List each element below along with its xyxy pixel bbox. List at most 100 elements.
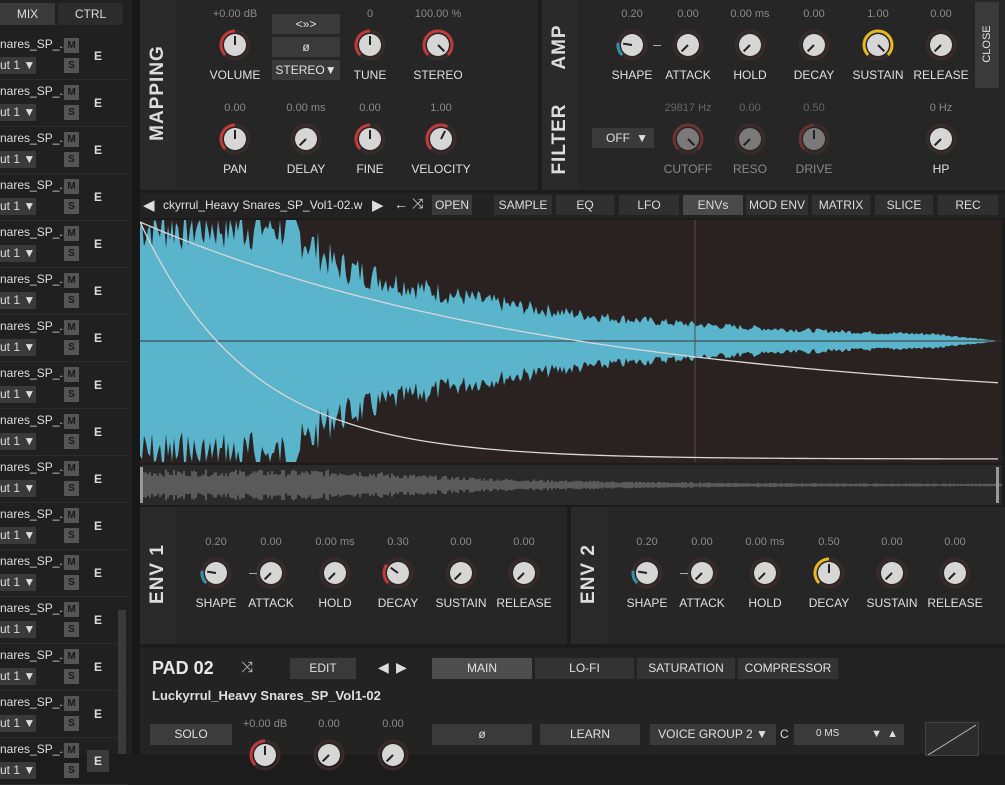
channel-output-select[interactable]: ut 1 ▼ bbox=[0, 104, 36, 121]
waveform-display[interactable] bbox=[140, 220, 1002, 463]
mute-button[interactable]: M bbox=[64, 273, 79, 288]
env1-hold-knob[interactable] bbox=[318, 556, 352, 590]
prev-pad-icon[interactable]: ◀ bbox=[378, 659, 389, 676]
amp-sustain-knob[interactable] bbox=[861, 28, 895, 62]
voice-group-select[interactable]: VOICE GROUP 2 ▼ bbox=[650, 724, 776, 745]
channel-output-select[interactable]: ut 1 ▼ bbox=[0, 527, 36, 544]
solo-button[interactable]: S bbox=[64, 763, 79, 778]
edit-channel-button[interactable]: E bbox=[87, 468, 109, 490]
mixer-channel[interactable]: nares_SP_... ut 1 ▼ M S E bbox=[0, 362, 128, 409]
channel-output-select[interactable]: ut 1 ▼ bbox=[0, 151, 36, 168]
swap-button[interactable]: <»> bbox=[272, 14, 340, 34]
edit-channel-button[interactable]: E bbox=[87, 515, 109, 537]
edit-channel-button[interactable]: E bbox=[87, 280, 109, 302]
env2-hold-knob[interactable] bbox=[748, 556, 782, 590]
edit-channel-button[interactable]: E bbox=[87, 609, 109, 631]
mixer-channel[interactable]: nares_SP_... ut 1 ▼ M S E bbox=[0, 268, 128, 315]
amp-release-knob[interactable] bbox=[924, 28, 958, 62]
pad-knob-2[interactable] bbox=[312, 738, 346, 772]
tab-rec[interactable]: REC bbox=[938, 195, 998, 215]
tab-eq[interactable]: EQ bbox=[556, 195, 614, 215]
edit-channel-button[interactable]: E bbox=[87, 139, 109, 161]
channel-output-select[interactable]: ut 1 ▼ bbox=[0, 433, 36, 450]
edit-channel-button[interactable]: E bbox=[87, 92, 109, 114]
waveform-overview[interactable] bbox=[140, 465, 1002, 505]
mixer-channel[interactable]: nares_SP_... ut 1 ▼ M S E bbox=[0, 174, 128, 221]
mute-button[interactable]: M bbox=[64, 85, 79, 100]
mute-button[interactable]: M bbox=[64, 602, 79, 617]
edit-channel-button[interactable]: E bbox=[87, 233, 109, 255]
next-pad-icon[interactable]: ▶ bbox=[396, 659, 407, 676]
mute-button[interactable]: M bbox=[64, 367, 79, 382]
shuffle-icon[interactable]: ⤨ bbox=[412, 195, 423, 212]
mixer-channel[interactable]: nares_SP_... ut 1 ▼ M S E bbox=[0, 597, 128, 644]
env2-release-knob[interactable] bbox=[938, 556, 972, 590]
mixer-channel[interactable]: nares_SP_... ut 1 ▼ M S E bbox=[0, 503, 128, 550]
tab-matrix[interactable]: MATRIX bbox=[812, 195, 870, 215]
edit-channel-button[interactable]: E bbox=[87, 186, 109, 208]
mixer-channel[interactable]: nares_SP_... ut 1 ▼ M S E bbox=[0, 127, 128, 174]
pad-tab-lo-fi[interactable]: LO-FI bbox=[535, 658, 634, 679]
mute-button[interactable]: M bbox=[64, 461, 79, 476]
channel-output-select[interactable]: ut 1 ▼ bbox=[0, 245, 36, 262]
filter-mode-select[interactable]: OFF ▼ bbox=[592, 128, 654, 148]
overview-start-handle[interactable] bbox=[140, 467, 143, 503]
mapping-stereo-knob[interactable] bbox=[421, 28, 455, 62]
mapping-fine-knob[interactable] bbox=[353, 122, 387, 156]
channel-output-select[interactable]: ut 1 ▼ bbox=[0, 621, 36, 638]
tab-mix[interactable]: MIX bbox=[0, 3, 55, 25]
open-button[interactable]: OPEN bbox=[432, 195, 472, 215]
chevron-up-icon[interactable]: ▲ bbox=[887, 724, 898, 744]
env1-attack-knob[interactable] bbox=[254, 556, 288, 590]
channel-output-select[interactable]: ut 1 ▼ bbox=[0, 715, 36, 732]
edit-channel-button[interactable]: E bbox=[87, 327, 109, 349]
phase-invert-button[interactable]: ø bbox=[272, 37, 340, 57]
mute-button[interactable]: M bbox=[64, 696, 79, 711]
channel-output-select[interactable]: ut 1 ▼ bbox=[0, 668, 36, 685]
mute-button[interactable]: M bbox=[64, 179, 79, 194]
channel-output-select[interactable]: ut 1 ▼ bbox=[0, 198, 36, 215]
channel-output-select[interactable]: ut 1 ▼ bbox=[0, 386, 36, 403]
tab-sample[interactable]: SAMPLE bbox=[494, 195, 552, 215]
mixer-channel[interactable]: nares_SP_... ut 1 ▼ M S E bbox=[0, 738, 128, 785]
solo-button[interactable]: S bbox=[64, 152, 79, 167]
mute-button[interactable]: M bbox=[64, 38, 79, 53]
mute-button[interactable]: M bbox=[64, 743, 79, 758]
chevron-down-icon[interactable]: ▼ bbox=[871, 724, 882, 744]
solo-button[interactable]: S bbox=[64, 575, 79, 590]
solo-button[interactable]: S bbox=[64, 199, 79, 214]
pad-tab-main[interactable]: MAIN bbox=[432, 658, 532, 679]
mixer-channel[interactable]: nares_SP_... ut 1 ▼ M S E bbox=[0, 456, 128, 503]
mapping-tune-knob[interactable] bbox=[353, 28, 387, 62]
mixer-channel[interactable]: nares_SP_... ut 1 ▼ M S E bbox=[0, 221, 128, 268]
filter-cutoff-knob[interactable] bbox=[671, 122, 705, 156]
env2-shape-knob[interactable] bbox=[630, 556, 664, 590]
mapping-delay-knob[interactable] bbox=[289, 122, 323, 156]
solo-button[interactable]: S bbox=[64, 105, 79, 120]
solo-button[interactable]: SOLO bbox=[150, 724, 232, 745]
tab-lfo[interactable]: LFO bbox=[619, 195, 679, 215]
env1-shape-knob[interactable] bbox=[199, 556, 233, 590]
mute-button[interactable]: M bbox=[64, 226, 79, 241]
env2-attack-knob[interactable] bbox=[685, 556, 719, 590]
mixer-channel[interactable]: nares_SP_... ut 1 ▼ M S E bbox=[0, 315, 128, 362]
mixer-channel[interactable]: nares_SP_... ut 1 ▼ M S E bbox=[0, 644, 128, 691]
filter-reso-knob[interactable] bbox=[733, 122, 767, 156]
channel-output-select[interactable]: ut 1 ▼ bbox=[0, 339, 36, 356]
amp-shape-knob[interactable] bbox=[615, 28, 649, 62]
edit-channel-button[interactable]: E bbox=[87, 421, 109, 443]
mixer-channel[interactable]: nares_SP_... ut 1 ▼ M S E bbox=[0, 80, 128, 127]
solo-button[interactable]: S bbox=[64, 340, 79, 355]
tab-slice[interactable]: SLICE bbox=[875, 195, 933, 215]
mute-button[interactable]: M bbox=[64, 555, 79, 570]
pad-knob-3[interactable] bbox=[376, 738, 410, 772]
edit-channel-button[interactable]: E bbox=[87, 374, 109, 396]
pad-tab-saturation[interactable]: SATURATION bbox=[637, 658, 735, 679]
mapping-pan-knob[interactable] bbox=[218, 122, 252, 156]
solo-button[interactable]: S bbox=[64, 246, 79, 261]
pad-phase-button[interactable]: ø bbox=[432, 724, 532, 745]
solo-button[interactable]: S bbox=[64, 622, 79, 637]
ms-select[interactable]: 0 MS ▼ ▲ bbox=[794, 724, 904, 745]
amp-attack-knob[interactable] bbox=[671, 28, 705, 62]
mute-button[interactable]: M bbox=[64, 508, 79, 523]
